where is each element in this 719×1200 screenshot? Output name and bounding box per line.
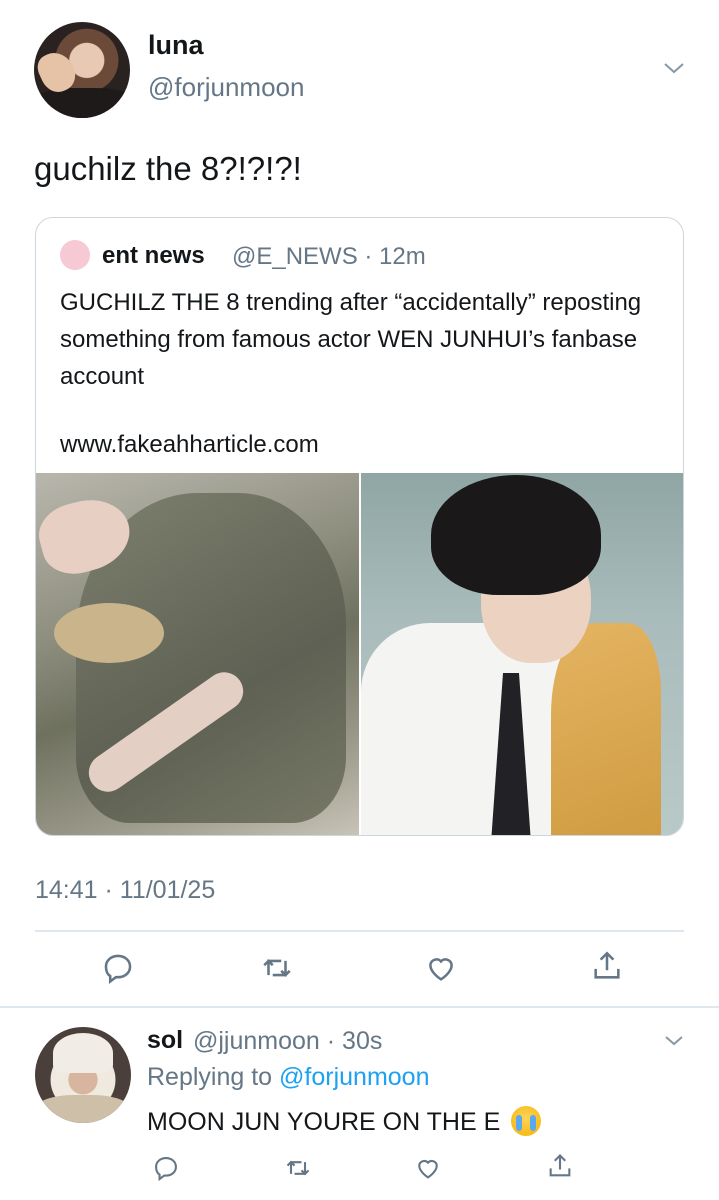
reply-author-name[interactable]: sol [147, 1026, 183, 1055]
divider [0, 1006, 719, 1008]
loudly-crying-face-icon [511, 1106, 542, 1136]
like-icon[interactable] [424, 951, 458, 985]
quoted-tweet-card[interactable]: ent news @E_NEWS · 12m GUCHILZ THE 8 tre… [35, 217, 684, 836]
replying-to-prefix: Replying to [147, 1063, 280, 1091]
tweet-text: guchilz the 8?!?!?! [34, 150, 302, 187]
author-handle[interactable]: @forjunmoon [148, 72, 304, 103]
reply-author-avatar[interactable] [35, 1027, 131, 1123]
quote-author-avatar [60, 240, 90, 270]
quote-photo-right[interactable] [361, 473, 683, 835]
share-icon[interactable] [590, 949, 624, 983]
reply-text: MOON JUN YOURE ON THE E [147, 1106, 542, 1137]
retweet-icon[interactable] [260, 951, 294, 985]
replying-to-line: Replying to @forjunmoon [147, 1063, 429, 1092]
quote-photo-left[interactable] [36, 473, 359, 835]
reply-text-content: MOON JUN YOURE ON THE E [147, 1108, 501, 1136]
quote-text: GUCHILZ THE 8 trending after “accidental… [60, 289, 642, 390]
quote-handle-time: @E_NEWS · 12m [232, 243, 426, 270]
tweet-menu-chevron-icon[interactable] [662, 58, 686, 78]
author-avatar[interactable] [34, 22, 130, 118]
reply-icon[interactable] [152, 1154, 180, 1182]
quote-link[interactable]: www.fakeahharticle.com [60, 431, 319, 459]
share-icon[interactable] [546, 1152, 574, 1180]
reply-handle-time[interactable]: @jjunmoon · 30s [193, 1027, 382, 1056]
quote-author-name: ent news [102, 242, 205, 269]
like-icon[interactable] [414, 1154, 442, 1182]
replying-to-mention[interactable]: @forjunmoon [279, 1063, 429, 1091]
divider [35, 930, 684, 932]
author-display-name[interactable]: luna [148, 30, 204, 61]
tweet-timestamp: 14:41 · 11/01/25 [35, 876, 216, 904]
retweet-icon[interactable] [284, 1154, 312, 1182]
reply-icon[interactable] [101, 951, 135, 985]
reply-menu-chevron-icon[interactable] [663, 1032, 685, 1050]
